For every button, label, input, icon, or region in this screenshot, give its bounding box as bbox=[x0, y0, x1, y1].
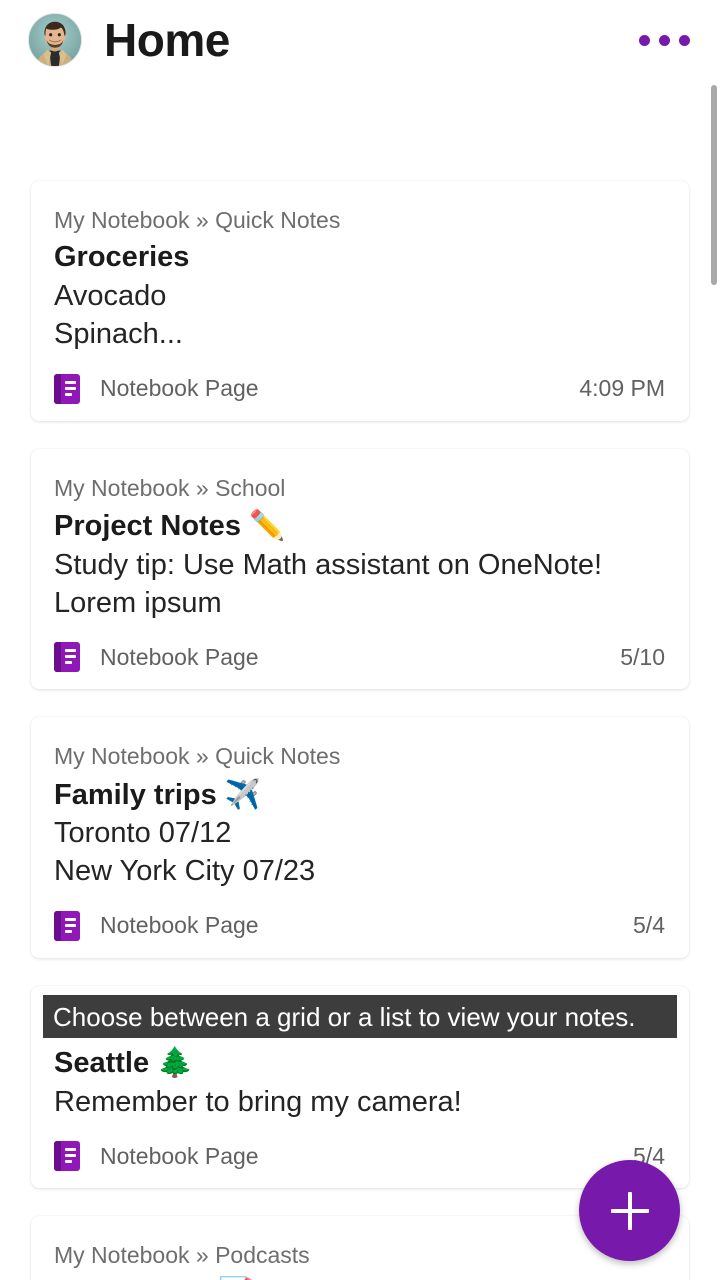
note-preview-line: Spinach... bbox=[54, 318, 183, 351]
note-card-footer: Notebook Page 5/4 bbox=[54, 1141, 665, 1172]
app-root: Home My Notebook » Quick Notes Groceries… bbox=[0, 0, 720, 1280]
note-preview-line: Toronto 07/12 bbox=[54, 817, 232, 850]
note-type-label: Notebook Page bbox=[100, 912, 259, 939]
new-note-fab[interactable] bbox=[579, 1160, 680, 1261]
notebook-page-icon-spine bbox=[54, 910, 61, 941]
note-preview-line: Study tip: Use Math assistant on OneNote… bbox=[54, 548, 603, 581]
note-preview-line: New York City 07/23 bbox=[54, 855, 316, 888]
notebook-page-icon-line bbox=[65, 1154, 76, 1158]
airplane-icon: ✈️ bbox=[224, 776, 261, 811]
notebook-page-icon-line bbox=[65, 655, 76, 659]
notes-list[interactable]: My Notebook » Quick Notes Groceries Avoc… bbox=[0, 80, 720, 1280]
overflow-menu-button[interactable] bbox=[633, 25, 696, 56]
note-card-footer: Notebook Page 5/4 bbox=[54, 910, 665, 941]
scrollbar-thumb[interactable] bbox=[711, 85, 717, 285]
breadcrumb: My Notebook » Quick Notes bbox=[54, 207, 341, 233]
note-type-label: Notebook Page bbox=[100, 1142, 259, 1169]
note-preview-line: Lorem ipsum bbox=[54, 586, 222, 619]
plus-icon bbox=[628, 1192, 632, 1230]
note-card[interactable]: My Notebook » Quick Notes Family trips ✈… bbox=[31, 717, 689, 958]
note-title-text: Groceries bbox=[54, 241, 190, 274]
notebook-page-icon-line bbox=[65, 649, 76, 653]
note-timestamp: 5/10 bbox=[620, 643, 665, 670]
note-timestamp: 4:09 PM bbox=[579, 375, 665, 402]
notebook-page-icon-line bbox=[65, 386, 76, 390]
notebook-page-icon-line bbox=[65, 929, 72, 933]
note-timestamp: 5/4 bbox=[633, 912, 665, 939]
notebook-page-icon bbox=[54, 910, 80, 941]
notebook-page-icon bbox=[54, 642, 80, 673]
notebook-page-icon bbox=[54, 373, 80, 404]
evergreen-tree-icon: 🌲 bbox=[157, 1045, 194, 1080]
note-title-text: Project Notes bbox=[54, 509, 241, 542]
note-type-label: Notebook Page bbox=[100, 375, 259, 402]
note-title: Family trips ✈️ bbox=[54, 776, 665, 815]
notebook-page-icon-line bbox=[65, 923, 76, 927]
tooltip: Choose between a grid or a list to view … bbox=[43, 995, 677, 1038]
note-title-text: Seattle bbox=[54, 1047, 150, 1080]
notebook-page-icon-line bbox=[65, 1160, 72, 1164]
page-title: Home bbox=[104, 14, 230, 66]
notebook-page-icon-line bbox=[65, 380, 76, 384]
scrollbar[interactable] bbox=[711, 85, 717, 1265]
avatar[interactable] bbox=[28, 13, 82, 67]
pencil-icon: ✏️ bbox=[249, 507, 286, 542]
notebook-page-icon-line bbox=[65, 1148, 76, 1152]
more-dot-icon bbox=[639, 34, 650, 46]
note-type-label: Notebook Page bbox=[100, 643, 259, 670]
note-preview-line: Remember to bring my camera! bbox=[54, 1085, 462, 1118]
note-title-text: Family trips bbox=[54, 778, 217, 811]
breadcrumb: My Notebook » School bbox=[54, 474, 286, 501]
more-dot-icon bbox=[659, 34, 670, 46]
notebook-page-icon-line bbox=[65, 661, 72, 665]
notebook-page-icon-spine bbox=[54, 373, 61, 404]
notes-list-inner: My Notebook » Quick Notes Groceries Avoc… bbox=[0, 80, 720, 1280]
notebook-page-icon bbox=[54, 1141, 80, 1172]
note-card[interactable]: My Notebook » Quick Notes Groceries Avoc… bbox=[31, 181, 689, 421]
note-title: Summaries 📝 bbox=[54, 1274, 665, 1280]
note-title: Project Notes ✏️ bbox=[54, 507, 665, 546]
avatar-photo bbox=[29, 14, 81, 66]
note-card-footer: Notebook Page 4:09 PM bbox=[54, 373, 665, 404]
app-header: Home bbox=[0, 0, 720, 80]
note-title: Seattle 🌲 bbox=[54, 1044, 665, 1083]
more-dot-icon bbox=[679, 34, 690, 46]
note-title: Groceries bbox=[54, 239, 665, 277]
note-preview-line: Avocado bbox=[54, 280, 167, 313]
tooltip-text: Choose between a grid or a list to view … bbox=[53, 1001, 636, 1032]
note-card-footer: Notebook Page 5/10 bbox=[54, 642, 665, 673]
memo-icon: 📝 bbox=[218, 1275, 254, 1280]
note-card[interactable]: My Notebook » School Project Notes ✏️ St… bbox=[31, 448, 689, 690]
notebook-page-icon-line bbox=[65, 917, 76, 921]
notebook-page-icon-spine bbox=[54, 1141, 61, 1172]
breadcrumb: My Notebook » Quick Notes bbox=[54, 743, 341, 770]
notebook-page-icon-line bbox=[65, 392, 72, 396]
notebook-page-icon-spine bbox=[54, 642, 61, 673]
breadcrumb: My Notebook » Podcasts bbox=[54, 1242, 310, 1269]
